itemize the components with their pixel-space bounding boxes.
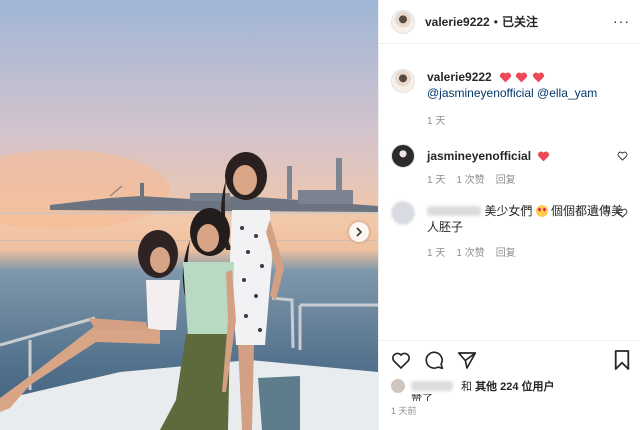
caption-time[interactable]: 1 天: [427, 114, 445, 130]
blurred-username[interactable]: [411, 381, 453, 391]
heart-icon[interactable]: [391, 351, 411, 370]
likes-summary: 和 其他 224 位用户: [391, 378, 631, 394]
avatar[interactable]: [391, 9, 415, 34]
like-comment-heart-icon[interactable]: [617, 151, 628, 161]
action-bar: 和 其他 224 位用户 赞了 1 天前: [379, 340, 640, 417]
comment-username[interactable]: jasmineyenofficial: [427, 149, 531, 163]
likes-count-link[interactable]: 其他 224 位用户: [475, 378, 554, 394]
comment-list: valerie9222 @jasmineyenofficial @ella_ya…: [379, 69, 640, 262]
red-heart-emoji-icon: [516, 72, 528, 83]
caption-username[interactable]: valerie9222: [427, 70, 492, 84]
comment-item: 美少女們 個個都遺傳美人胚子 1 天 1 次赞 回复: [391, 201, 628, 262]
more-options-button[interactable]: ···: [613, 13, 630, 29]
mention-link[interactable]: @jasmineyenofficial: [427, 86, 534, 100]
instagram-post: valerie9222 • 已关注 ··· valerie9222 @jasmi…: [0, 0, 640, 430]
red-heart-emoji-icon: [532, 72, 544, 83]
post-header: valerie9222 • 已关注 ···: [379, 0, 640, 44]
chevron-right-icon: [356, 227, 363, 237]
avatar[interactable]: [391, 69, 415, 93]
comment-time[interactable]: 1 天: [427, 246, 445, 262]
avatar[interactable]: [391, 144, 415, 168]
share-icon[interactable]: [457, 351, 477, 370]
photo-scene: [0, 150, 378, 430]
blurred-username[interactable]: [427, 206, 481, 216]
comment-icon[interactable]: [424, 350, 444, 370]
caption: valerie9222 @jasmineyenofficial @ella_ya…: [391, 69, 628, 130]
follow-status-button[interactable]: 已关注: [502, 13, 538, 30]
avatar[interactable]: [391, 201, 415, 225]
posted-time[interactable]: 1 天前: [391, 404, 631, 417]
likes-and: 和: [461, 381, 472, 393]
reply-button[interactable]: 回复: [496, 246, 516, 262]
liker-avatar[interactable]: [391, 379, 405, 393]
post-side-panel: valerie9222 • 已关注 ··· valerie9222 @jasmi…: [378, 0, 640, 430]
comment-likes[interactable]: 1 次赞: [456, 173, 484, 189]
header-username[interactable]: valerie9222: [425, 15, 490, 29]
separator-dot: •: [493, 14, 498, 29]
bookmark-icon[interactable]: [613, 350, 631, 370]
comment-time[interactable]: 1 天: [427, 173, 445, 189]
comment-item: jasmineyenofficial 1 天 1 次赞 回复: [391, 144, 628, 189]
comment-text: 美少女們: [484, 204, 533, 218]
likes-truncated: 赞了: [411, 394, 433, 401]
red-heart-emoji-icon: [538, 151, 550, 162]
heart-eyes-emoji-icon: [535, 205, 548, 217]
next-photo-button[interactable]: [349, 222, 369, 242]
post-photo[interactable]: [0, 0, 378, 430]
comment-likes[interactable]: 1 次赞: [456, 246, 484, 262]
red-heart-emoji-icon: [500, 72, 512, 83]
reply-button[interactable]: 回复: [496, 173, 516, 189]
like-comment-heart-icon[interactable]: [617, 208, 628, 218]
mention-link[interactable]: @ella_yam: [537, 86, 597, 100]
